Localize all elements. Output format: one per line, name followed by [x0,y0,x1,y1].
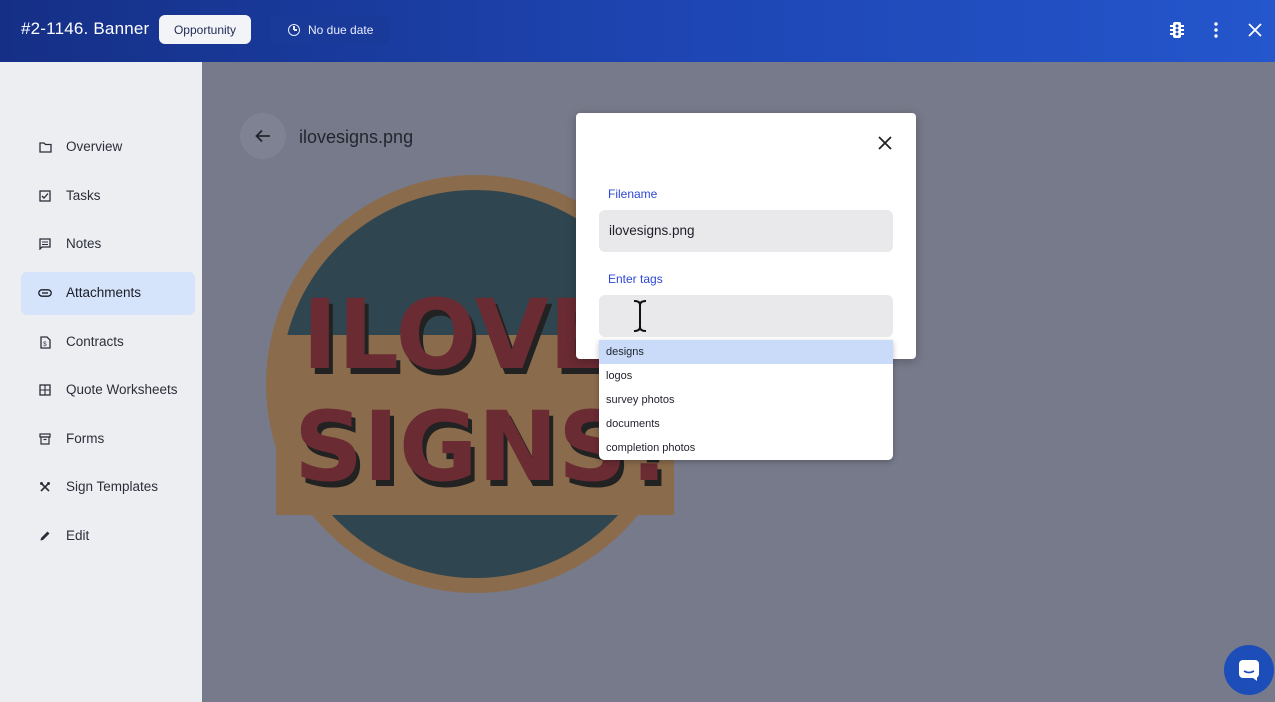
tag-option-logos[interactable]: logos [599,364,893,388]
sidebar-item-notes[interactable]: Notes [21,223,195,266]
opportunity-chip[interactable]: Opportunity [159,15,251,44]
back-button[interactable] [240,113,286,159]
filename-field[interactable] [599,210,893,252]
sidebar-item-label: Forms [66,431,105,446]
file-title: ilovesigns.png [299,127,414,147]
tag-option-documents[interactable]: documents [599,412,893,436]
due-date-label: No due date [308,22,374,37]
sidebar-item-label: Tasks [66,188,101,203]
modal-close-icon[interactable] [874,132,896,154]
logo-text-line1: ILOVE [302,279,614,391]
tags-dropdown: designs logos survey photos documents co… [599,340,893,460]
attachment-icon [38,286,52,300]
sidebar-item-tasks[interactable]: Tasks [21,175,195,218]
tags-label: Enter tags [608,272,663,286]
sidebar-item-label: Quote Worksheets [66,382,178,397]
sidebar-item-edit[interactable]: Edit [21,515,195,558]
tags-input[interactable] [609,308,883,323]
traffic-light-icon[interactable] [1165,18,1189,42]
filename-input[interactable] [609,223,883,238]
sidebar-item-overview[interactable]: Overview [21,126,195,169]
svg-text:$: $ [43,342,47,348]
record-title: #2-1146. Banner [21,19,150,38]
due-date-chip[interactable]: No due date [270,15,389,44]
sidebar-item-label: Attachments [66,285,142,300]
sidebar-item-attachments[interactable]: Attachments [21,272,195,315]
top-header: #2-1146. Banner Opportunity No due date [0,0,1275,62]
contract-icon: $ [38,335,52,349]
sidebar-item-label: Edit [66,528,90,543]
sidebar-item-forms[interactable]: Forms [21,418,195,461]
filename-label: Filename [608,187,658,201]
edit-attachment-modal: Filename Enter tags [576,113,916,359]
folder-icon [38,140,52,154]
clock-icon [288,23,300,36]
close-icon[interactable] [1243,18,1267,42]
tools-icon [38,480,52,494]
notes-icon [38,237,52,251]
sidebar-item-label: Overview [66,139,123,154]
text-cursor-icon [633,300,647,332]
chat-icon [1239,660,1259,681]
sidebar-item-label: Contracts [66,334,124,349]
tag-option-designs[interactable]: designs [599,340,893,364]
sidebar: Overview Tasks Notes Attachments $ Contr… [0,62,202,702]
sidebar-item-quote-worksheets[interactable]: Quote Worksheets [21,369,195,412]
pencil-icon [38,529,52,543]
archive-icon [38,432,52,446]
chat-launcher-button[interactable] [1224,645,1274,695]
tag-option-completion-photos[interactable]: completion photos [599,436,893,460]
sidebar-item-label: Notes [66,236,102,251]
tag-option-survey-photos[interactable]: survey photos [599,388,893,412]
more-vert-icon[interactable] [1204,18,1228,42]
sidebar-item-label: Sign Templates [66,479,159,494]
sidebar-item-sign-templates[interactable]: Sign Templates [21,466,195,509]
calculator-icon [38,383,52,397]
checkbox-icon [38,189,52,203]
arrow-left-icon [255,129,270,143]
sidebar-item-contracts[interactable]: $ Contracts [21,321,195,364]
